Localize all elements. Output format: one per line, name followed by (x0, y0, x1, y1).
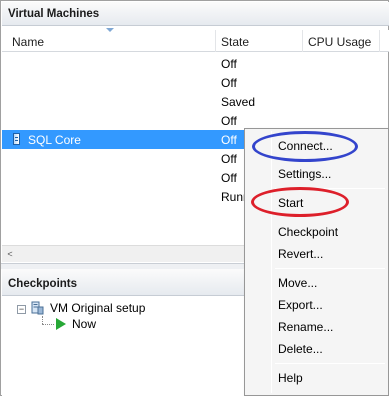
column-header-cpu-usage[interactable]: CPU Usage (308, 35, 371, 49)
column-divider[interactable] (215, 30, 216, 52)
scroll-left-arrow-icon[interactable]: < (4, 249, 16, 260)
vm-name: SQL Core (28, 133, 81, 147)
menu-item-start[interactable]: Start (245, 192, 388, 214)
tree-collapse-icon[interactable]: − (17, 305, 26, 314)
menu-item-settings[interactable]: Settings... (245, 163, 388, 185)
virtual-machine-icon (13, 133, 20, 145)
tree-connector (42, 324, 54, 325)
menu-item-label: Checkpoint (278, 225, 339, 239)
menu-item-label: Help (278, 371, 303, 385)
vm-row[interactable]: Off (2, 54, 389, 73)
tree-connector (42, 316, 43, 324)
vm-state: Off (221, 171, 237, 185)
menu-item-label: Move... (278, 276, 318, 290)
menu-item-checkpoint[interactable]: Checkpoint (245, 221, 388, 243)
vm-row[interactable]: Saved (2, 92, 389, 111)
menu-item-label: Rename... (278, 320, 334, 334)
vm-state: Off (221, 57, 237, 71)
menu-item-help[interactable]: Help (245, 367, 388, 389)
vm-state: Off (221, 133, 237, 147)
vm-state: Off (221, 114, 237, 128)
column-divider[interactable] (379, 30, 380, 52)
menu-item-connect[interactable]: Connect... (245, 135, 388, 157)
menu-separator (275, 188, 385, 189)
menu-item-label: Start (278, 196, 304, 210)
vm-column-headers: Name State CPU Usage (2, 28, 389, 52)
virtual-machines-title: Virtual Machines (8, 8, 100, 20)
menu-item-label: Connect... (278, 139, 333, 153)
menu-item-label: Export... (278, 298, 323, 312)
virtual-machines-header: Virtual Machines (2, 2, 389, 26)
column-divider[interactable] (302, 30, 303, 52)
checkpoints-title: Checkpoints (8, 278, 78, 290)
menu-item-label: Revert... (278, 247, 324, 261)
menu-item-move[interactable]: Move... (245, 272, 388, 294)
vm-row[interactable]: Off (2, 73, 389, 92)
menu-item-delete[interactable]: Delete... (245, 338, 388, 360)
checkpoint-vm-icon (31, 301, 44, 315)
checkpoint-root-label[interactable]: VM Original setup (50, 301, 145, 315)
menu-item-rename[interactable]: Rename... (245, 316, 388, 338)
vm-context-menu: Connect... Settings... Start Checkpoint … (244, 128, 389, 396)
column-header-state[interactable]: State (221, 35, 249, 49)
vm-state: Off (221, 76, 237, 90)
vm-state: Saved (221, 95, 256, 109)
menu-item-revert[interactable]: Revert... (245, 243, 388, 265)
vm-state: Off (221, 152, 237, 166)
menu-item-export[interactable]: Export... (245, 294, 388, 316)
checkpoint-now-label[interactable]: Now (72, 317, 96, 331)
menu-item-label: Settings... (278, 167, 332, 181)
menu-separator (275, 268, 385, 269)
column-header-name[interactable]: Name (12, 35, 44, 49)
now-play-icon (56, 318, 66, 330)
horizontal-scrollbar[interactable]: < (2, 245, 246, 262)
sort-indicator-icon (106, 28, 114, 32)
menu-separator (275, 363, 385, 364)
menu-item-label: Delete... (278, 342, 323, 356)
